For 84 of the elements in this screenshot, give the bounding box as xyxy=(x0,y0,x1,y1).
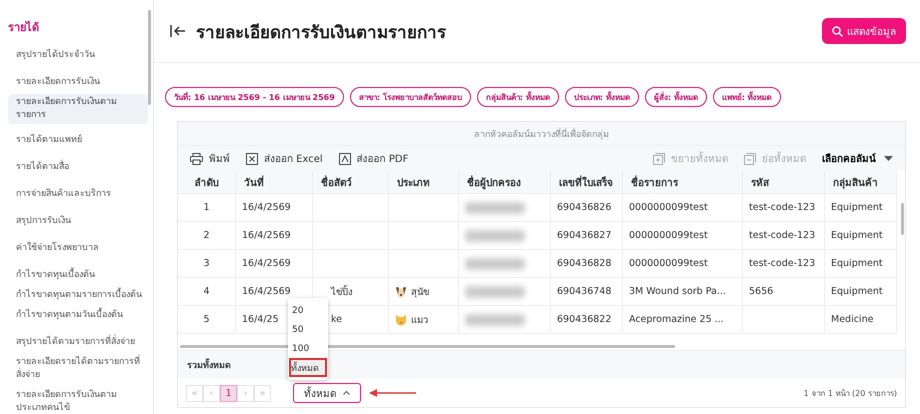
menu-option[interactable]: ทั้งหมด xyxy=(289,358,327,377)
table-cell: 5656 xyxy=(743,278,825,306)
caret-icon xyxy=(884,156,893,161)
table-cell: Equipment xyxy=(825,194,897,222)
sidebar-item[interactable]: สรุปรายได้ประจำวัน xyxy=(8,47,148,64)
arrow-icon xyxy=(369,389,417,397)
sidebar-item[interactable]: สรุปการรับเงิน xyxy=(8,213,148,230)
filter-chip[interactable]: แพทย์: ทั้งหมด xyxy=(712,87,781,107)
search-icon xyxy=(832,26,843,36)
sidebar-item[interactable]: สรุปรายได้ตามรายการที่สั่งจ่าย xyxy=(8,334,148,351)
scrollbar[interactable] xyxy=(901,203,904,235)
scrollbar[interactable] xyxy=(148,10,151,105)
column-header[interactable]: ลำดับ xyxy=(178,171,236,194)
sidebar-item[interactable]: ค่าใช้จ่ายโรงพยาบาล xyxy=(8,240,148,257)
chevron-icon xyxy=(343,391,350,395)
sidebar-item[interactable]: การจ่ายสินค้าและบริการ xyxy=(8,186,148,203)
column-header[interactable]: ชื่อรายการ xyxy=(623,171,743,194)
table-cell-text: แมว xyxy=(411,314,428,327)
table-cell: test-code-123 xyxy=(743,194,825,222)
column-header[interactable]: รหัส xyxy=(743,171,825,194)
table-cell: 16/4/2569 xyxy=(236,222,313,250)
filter-chip[interactable]: ผู้สั่ง: ทั้งหมด xyxy=(644,87,707,107)
column-header[interactable]: ชื่อสัตว์ xyxy=(313,171,389,194)
filter-chip[interactable]: กลุ่มสินค้า: ทั้งหมด xyxy=(476,87,559,107)
pdf-button[interactable]: ส่งออก PDF xyxy=(338,151,408,166)
print-button[interactable]: พิมพ์ xyxy=(190,151,230,166)
table-cell: Equipment xyxy=(825,222,897,250)
column-header[interactable]: กลุ่มสินค้า xyxy=(825,171,897,194)
filter-chip[interactable]: วันที่: 16 เมษายน 2569 - 16 เมษายน 2569 xyxy=(165,87,344,107)
table-cell: 3 xyxy=(178,250,236,278)
sidebar-item[interactable]: กำไรขาดทุนตามวันเบื้องต้น xyxy=(8,307,148,324)
group-panel-hint: ลากหัวคอลัมน์มาวางที่นี่เพื่อจัดกลุ่ม xyxy=(178,122,905,146)
table-cell: 3M Wound sorb Pa... xyxy=(623,278,743,306)
sidebar-item[interactable]: รายได้ตามสื่อ xyxy=(8,159,148,176)
expand-icon xyxy=(653,152,665,164)
table-cell: 2 xyxy=(178,222,236,250)
table-cell: test-code-123 xyxy=(743,250,825,278)
table-cell: 16/4/2569 xyxy=(236,194,313,222)
menu-option[interactable]: 100 xyxy=(288,339,328,358)
table-cell: 0000000099test xyxy=(623,194,743,222)
column-header[interactable]: วันที่ xyxy=(236,171,313,194)
table-cell: Equipment xyxy=(825,250,897,278)
table-cell: test-code-123 xyxy=(743,222,825,250)
sidebar-item[interactable]: กำไรขาดทุนเบื้องต้น xyxy=(8,267,148,284)
table-cell: 690436822 xyxy=(551,306,623,334)
table-cell: 0000000099test xyxy=(623,250,743,278)
table-cell: 1 xyxy=(178,194,236,222)
cat-icon xyxy=(395,314,407,326)
table-cell: 690436827 xyxy=(551,222,623,250)
table-cell: 0000000099test xyxy=(623,222,743,250)
excel-button[interactable]: ส่งออก Excel xyxy=(246,151,323,166)
table-cell: 690436826 xyxy=(551,194,623,222)
table-cell: 690436748 xyxy=(551,278,623,306)
table-cell: 690436828 xyxy=(551,250,623,278)
table-cell: Medicine xyxy=(825,306,897,334)
spreadsheet-icon xyxy=(246,152,258,164)
printer-icon xyxy=(190,152,203,164)
back-icon[interactable] xyxy=(170,25,186,37)
section-heading: รายได้ xyxy=(8,20,40,36)
dog-icon xyxy=(395,286,407,298)
sidebar-item[interactable]: รายละเอียดการรับเงิน xyxy=(8,74,148,91)
column-header[interactable]: ประเภท xyxy=(389,171,459,194)
sidebar-item[interactable]: รายละเอียดการรับเงินตามประเภทคนไข้ xyxy=(8,387,148,414)
column-header[interactable]: ชื่อผู้ปกครอง xyxy=(459,171,551,194)
table-cell: 4 xyxy=(178,278,236,306)
column-chooser-button[interactable]: เลือกคอลัมน์ xyxy=(822,151,893,166)
filter-chip[interactable]: ประเภท: ทั้งหมด xyxy=(564,87,639,107)
sidebar-item[interactable]: รายได้ตามแพทย์ xyxy=(8,132,148,149)
table-cell: 5 xyxy=(178,306,236,334)
show-data-button[interactable]: แสดงข้อมูล xyxy=(822,18,906,44)
collapse-icon xyxy=(744,152,756,164)
table-cell-text: สุนัข xyxy=(411,286,429,299)
column-header[interactable]: เลขที่ใบเสร็จ xyxy=(551,171,623,194)
page-title: รายละเอียดการรับเงินตามรายการ xyxy=(196,22,447,44)
page-size-select[interactable]: ทั้งหมด xyxy=(293,383,361,403)
sidebar-item[interactable]: กำไรขาดทุนตามรายการเบื้องต้น xyxy=(8,287,148,304)
table-cell: Acepromazine 25 ... xyxy=(623,306,743,334)
sidebar-item[interactable]: รายละเอียดรายได้ตามรายการที่สั่งจ่าย xyxy=(8,354,148,384)
filter-chip[interactable]: สาขา: โรงพยาบาลสัตว์ทดสอบ xyxy=(350,87,471,107)
sidebar-item[interactable]: รายละเอียดการรับเงินตามรายการ xyxy=(8,94,148,124)
table-cell: 16/4/2569 xyxy=(236,250,313,278)
document-icon xyxy=(338,152,351,164)
pagination-summary: 1 จาก 1 หน้า (20 รายการ) xyxy=(804,388,897,400)
table-cell: Equipment xyxy=(825,278,897,306)
